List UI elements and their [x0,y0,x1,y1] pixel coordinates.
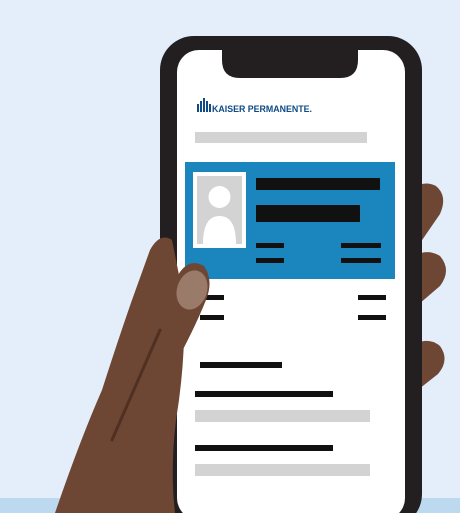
header-placeholder-line [195,132,367,143]
card-detail-2b [341,258,381,263]
member-card[interactable] [185,162,395,279]
card-detail-1a [256,243,284,248]
card-line-2 [256,205,360,222]
phone-illustration: KAISER PERMANENTE. [0,0,460,513]
phone-notch [222,48,358,78]
section-line-2 [195,445,333,451]
card-detail-1b [256,258,284,263]
section-gray-1 [195,410,370,422]
illustration: KAISER PERMANENTE. [0,0,460,513]
brand-logo-text: KAISER PERMANENTE. [212,104,312,115]
section-gray-2 [195,464,370,476]
card-detail-2a [341,243,381,248]
section-heading-1 [200,362,282,368]
info-right-b [358,315,386,320]
section-line-1 [195,391,333,397]
info-right-a [358,295,386,300]
phone-screen [177,50,405,513]
person-placeholder-icon [193,172,246,248]
card-line-1 [256,178,380,190]
info-left-b [200,315,224,320]
